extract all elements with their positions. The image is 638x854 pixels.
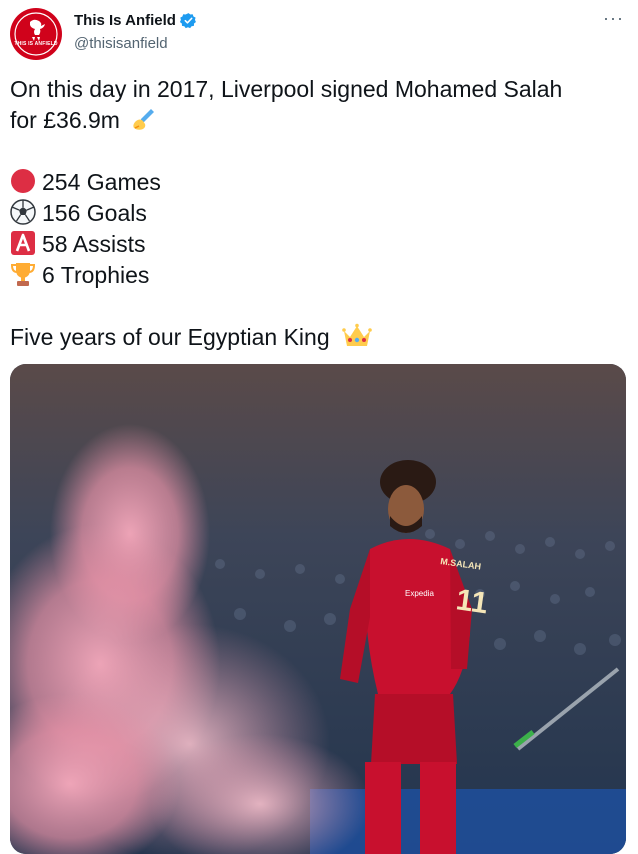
- trophy-icon: [10, 263, 36, 286]
- red-circle-icon: [11, 169, 35, 193]
- stat-row-goals: 156 Goals: [10, 198, 620, 229]
- tweet-closing: Five years of our Egyptian King: [10, 324, 330, 350]
- crown-icon: [342, 323, 372, 346]
- writing-hand-icon: [133, 109, 155, 130]
- kit-sponsor-text: Expedia: [405, 589, 434, 598]
- name-row: This Is Anfield: [74, 12, 197, 29]
- avatar-text: THIS IS ANFIELD: [14, 41, 58, 47]
- salah-photo: Expedia M.SALAH 11: [10, 364, 626, 854]
- verified-badge-icon: [179, 13, 196, 29]
- display-name[interactable]: This Is Anfield: [74, 12, 176, 29]
- a-button-icon: [11, 231, 35, 255]
- stat-row-assists: 58 Assists: [10, 229, 620, 260]
- tweet-text: On this day in 2017, Liverpool signed Mo…: [10, 74, 620, 353]
- stat-row-games: 254 Games: [10, 167, 620, 198]
- liverbird-logo-icon: [12, 10, 60, 58]
- soccer-ball-icon: [10, 199, 36, 225]
- stat-games: 254 Games: [42, 169, 161, 195]
- tweet-line-2: for £36.9m: [10, 107, 120, 133]
- avatar[interactable]: THIS IS ANFIELD: [10, 8, 62, 60]
- tweet-line: On this day in 2017, Liverpool signed Mo…: [10, 74, 620, 105]
- stat-trophies: 6 Trophies: [42, 262, 150, 288]
- tweet-closing-line: Five years of our Egyptian King: [10, 322, 620, 353]
- tweet-header: THIS IS ANFIELD This Is Anfield @thisisa…: [10, 8, 628, 60]
- more-options-icon[interactable]: ···: [603, 8, 624, 29]
- tweet-line: for £36.9m: [10, 105, 620, 136]
- tweet-photo[interactable]: Expedia M.SALAH 11: [10, 364, 626, 854]
- stat-assists: 58 Assists: [42, 231, 146, 257]
- stat-row-trophies: 6 Trophies: [10, 260, 620, 291]
- shirt-number-text: 11: [454, 583, 490, 620]
- handle[interactable]: @thisisanfield: [74, 35, 168, 52]
- tweet-line-1: On this day in 2017, Liverpool signed Mo…: [10, 76, 563, 102]
- stat-goals: 156 Goals: [42, 200, 147, 226]
